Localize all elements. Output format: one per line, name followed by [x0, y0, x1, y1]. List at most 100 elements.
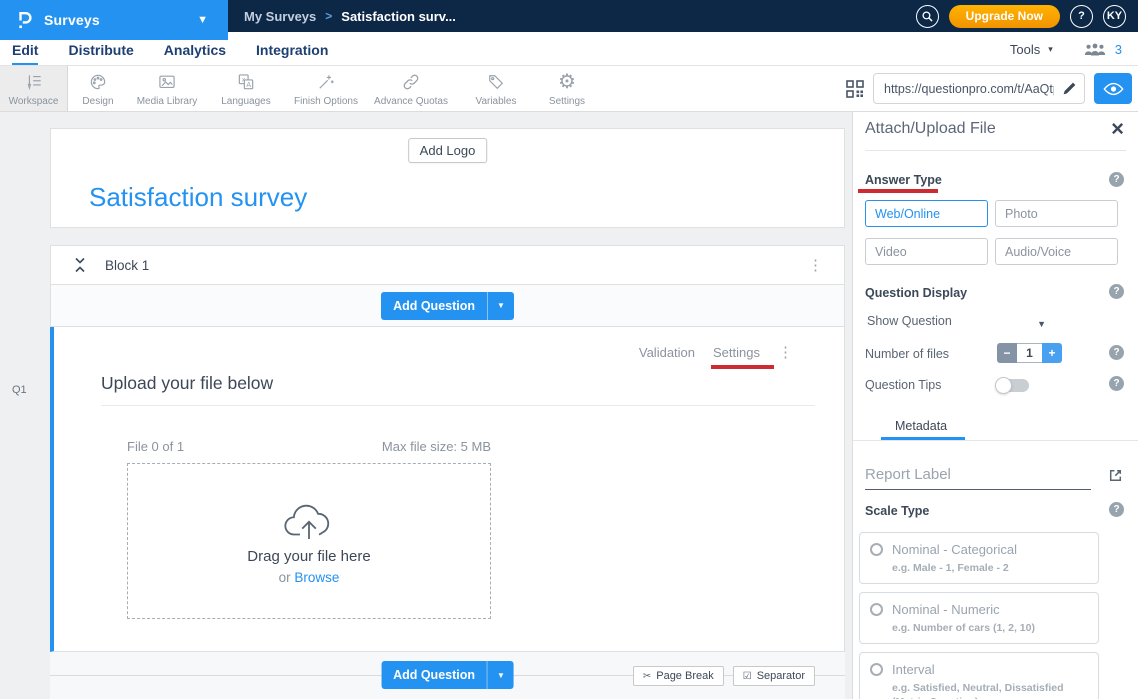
question-index-label: Q1	[12, 384, 27, 396]
radio-icon[interactable]	[870, 603, 883, 616]
tab-distribute[interactable]: Distribute	[68, 42, 133, 65]
toggle-knob	[995, 377, 1012, 394]
question-menu-kebab-icon[interactable]: ⋮	[778, 343, 794, 361]
block-card: Block 1 ⋮ Add Question ▼ Validation Sett…	[50, 245, 845, 699]
eye-icon	[1103, 82, 1124, 96]
toolbar-item-variables[interactable]: Variables	[456, 66, 536, 111]
scale-option-interval[interactable]: Interval e.g. Satisfied, Neutral, Dissat…	[859, 652, 1099, 699]
separator-button[interactable]: ☑ Separator	[733, 666, 815, 686]
number-of-files-help-icon[interactable]: ?	[1109, 345, 1124, 360]
qr-code-icon[interactable]	[846, 80, 864, 98]
scale-option-nominal-categorical[interactable]: Nominal - Categorical e.g. Male - 1, Fem…	[859, 532, 1099, 584]
app-window: My Surveys > Satisfaction surv... Upgrad…	[0, 0, 1138, 699]
scale-type-help-icon[interactable]: ?	[1109, 502, 1124, 517]
toolbar-item-label: Media Library	[137, 96, 198, 107]
block-title[interactable]: Block 1	[105, 258, 149, 273]
palette-icon	[87, 71, 109, 94]
decrement-button[interactable]: −	[997, 343, 1017, 363]
add-question-label: Add Question	[381, 661, 487, 689]
question-display-help-icon[interactable]: ?	[1109, 284, 1124, 299]
add-question-button[interactable]: Add Question ▼	[381, 292, 514, 320]
question-tab-settings[interactable]: Settings	[713, 345, 760, 360]
tools-label: Tools	[1010, 42, 1040, 57]
survey-url-input[interactable]	[873, 73, 1085, 104]
max-file-size: Max file size: 5 MB	[382, 439, 491, 454]
help-button[interactable]: ?	[1070, 5, 1093, 28]
survey-header-card: Add Logo Satisfaction survey	[50, 128, 845, 228]
question-tips-help-icon[interactable]: ?	[1109, 376, 1124, 391]
toolbar-item-workspace[interactable]: Workspace	[0, 66, 68, 111]
expand-icon[interactable]	[1107, 467, 1124, 484]
magic-wand-icon	[315, 71, 337, 94]
page-break-label: Page Break	[656, 670, 713, 682]
preview-button[interactable]	[1094, 73, 1132, 104]
answer-type-audio-voice[interactable]: Audio/Voice	[995, 238, 1118, 265]
tools-menu[interactable]: Tools ▾	[1010, 42, 1053, 57]
scale-type-label: Scale Type	[865, 504, 929, 518]
people-icon	[1083, 43, 1107, 56]
product-switcher[interactable]: Surveys ▼	[0, 0, 228, 40]
browse-link[interactable]: Browse	[294, 570, 339, 585]
chevron-down-icon: ▼	[1037, 319, 1046, 329]
close-icon[interactable]: ×	[1111, 120, 1124, 138]
upgrade-now-button[interactable]: Upgrade Now	[949, 5, 1060, 28]
tab-metadata[interactable]: Metadata	[895, 419, 947, 433]
avatar[interactable]: KY	[1103, 5, 1126, 28]
radio-icon[interactable]	[870, 543, 883, 556]
toolbar-item-settings[interactable]: ⚙ Settings	[536, 66, 598, 111]
question-text[interactable]: Upload your file below	[101, 373, 273, 394]
chevron-down-icon: ▾	[1048, 44, 1053, 55]
chevron-down-icon[interactable]: ▼	[487, 661, 514, 689]
page-break-button[interactable]: ✂ Page Break	[633, 666, 724, 686]
scale-option-nominal-numeric[interactable]: Nominal - Numeric e.g. Number of cars (1…	[859, 592, 1099, 644]
toolbar-item-languages[interactable]: x A Languages	[206, 66, 286, 111]
toolbar-item-design[interactable]: Design	[68, 66, 128, 111]
question-card: Validation Settings ⋮ Upload your file b…	[50, 327, 845, 652]
toolbar-item-media-library[interactable]: Media Library	[128, 66, 206, 111]
answer-type-options: Web/Online Photo Video Audio/Voice	[865, 200, 1118, 265]
toolbar-item-label: Advance Quotas	[374, 96, 448, 107]
toolbar-item-label: Languages	[221, 96, 271, 107]
annotation-underline-answer-type	[858, 189, 938, 193]
collapse-block-icon[interactable]	[73, 256, 87, 274]
show-question-dropdown[interactable]: Show Question	[867, 314, 952, 328]
answer-type-label: Answer Type	[865, 173, 942, 187]
question-tips-toggle[interactable]	[997, 379, 1029, 392]
question-text-divider	[101, 405, 815, 406]
toolbar-item-advance-quotas[interactable]: Advance Quotas	[366, 66, 456, 111]
collaborators-count: 3	[1115, 42, 1122, 57]
tab-integration[interactable]: Integration	[256, 42, 328, 65]
answer-type-video[interactable]: Video	[865, 238, 988, 265]
number-of-files-label: Number of files	[865, 347, 949, 361]
block-header: Block 1 ⋮	[50, 245, 845, 285]
answer-type-help-icon[interactable]: ?	[1109, 172, 1124, 187]
breadcrumb-my-surveys[interactable]: My Surveys	[244, 9, 316, 24]
number-of-files-value[interactable]: 1	[1017, 343, 1042, 363]
block-menu-kebab-icon[interactable]: ⋮	[808, 256, 824, 274]
collaborators-button[interactable]: 3	[1083, 42, 1122, 57]
survey-title[interactable]: Satisfaction survey	[89, 182, 307, 213]
gear-icon: ⚙	[558, 71, 576, 94]
add-logo-button[interactable]: Add Logo	[408, 138, 488, 163]
checkbox-icon: ☑	[743, 671, 752, 682]
tab-edit[interactable]: Edit	[12, 42, 38, 65]
tab-analytics[interactable]: Analytics	[164, 42, 226, 65]
question-tab-validation[interactable]: Validation	[639, 345, 695, 360]
survey-nav-tabs: Edit Distribute Analytics Integration	[12, 42, 328, 65]
panel-divider	[865, 150, 1126, 151]
answer-type-photo[interactable]: Photo	[995, 200, 1118, 227]
breadcrumb-chevron-icon: >	[325, 9, 332, 23]
radio-icon[interactable]	[870, 663, 883, 676]
toolbar-item-label: Finish Options	[294, 96, 358, 107]
edit-pencil-icon[interactable]	[1061, 80, 1078, 97]
add-question-label: Add Question	[381, 292, 487, 320]
number-of-files-stepper: − 1 +	[997, 343, 1062, 363]
chevron-down-icon[interactable]: ▼	[487, 292, 514, 320]
answer-type-web-online[interactable]: Web/Online	[865, 200, 988, 227]
add-question-button-bottom[interactable]: Add Question ▼	[381, 661, 514, 689]
increment-button[interactable]: +	[1042, 343, 1062, 363]
toolbar-item-finish-options[interactable]: Finish Options	[286, 66, 366, 111]
file-dropzone[interactable]: Drag your file here or Browse	[127, 463, 491, 619]
search-button[interactable]	[916, 5, 939, 28]
report-label-input[interactable]	[865, 464, 1091, 490]
